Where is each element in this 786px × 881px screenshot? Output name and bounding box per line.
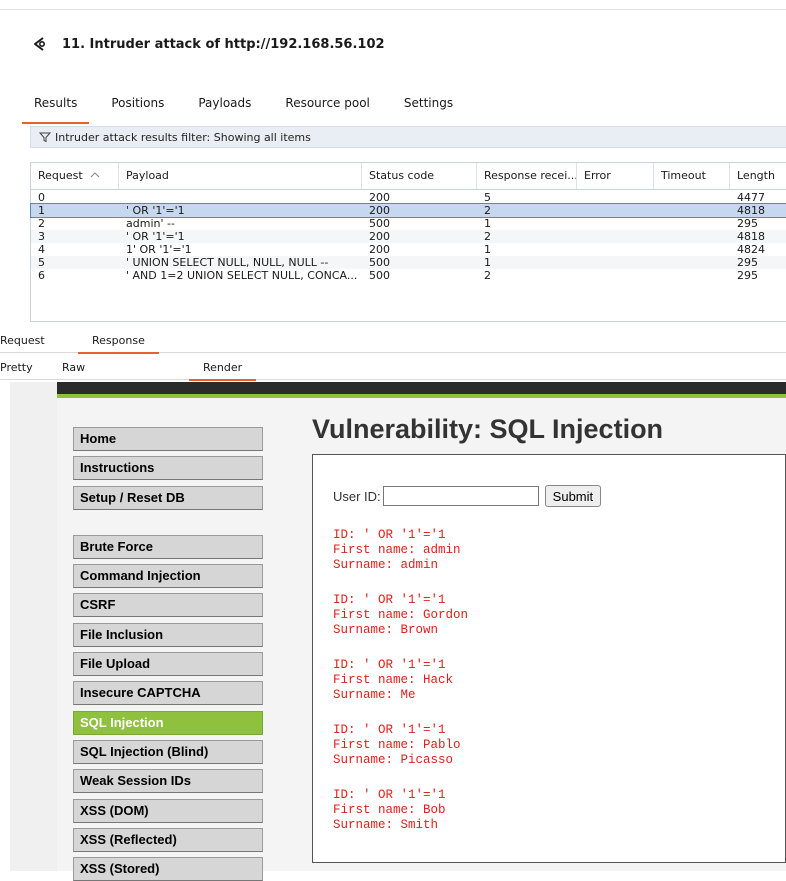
menu-weak-session-ids[interactable]: Weak Session IDs [73,769,263,793]
tab-raw[interactable]: Raw [62,361,85,375]
result-block: ID: ' OR '1'='1 First name: Gordon Surname… [333,593,469,637]
table-row[interactable]: 2 admin' -- 500 1 295 [31,217,786,230]
results-filter-bar[interactable]: Intruder attack results filter: Showing … [30,126,786,148]
result-block: ID: ' OR '1'='1 First name: admin Surname:… [333,528,461,572]
tab-positions[interactable]: Positions [111,94,164,118]
result-block: ID: ' OR '1'='1 First name: Pablo Surname:… [333,723,461,767]
submit-button[interactable]: Submit [544,485,602,507]
col-request[interactable]: Request [31,163,119,189]
request-response-tabs: Request Response [0,330,786,354]
menu-sql-injection-blind[interactable]: SQL Injection (Blind) [73,740,263,764]
page-title: Vulnerability: SQL Injection [312,414,664,444]
userid-label: User ID: [333,488,381,504]
menu-command-injection[interactable]: Command Injection [73,564,263,588]
dvwa-page: Home Instructions Setup / Reset DB Brute… [57,398,786,881]
menu-brute-force[interactable]: Brute Force [73,535,263,559]
menu-csrf[interactable]: CSRF [73,593,263,617]
tab-pretty[interactable]: Pretty [0,361,33,375]
userid-form: User ID: Submit [333,485,602,507]
col-response-received[interactable]: Response recei... [477,163,577,189]
result-block: ID: ' OR '1'='1 First name: Bob Surname: S… [333,788,446,832]
menu-xss-stored[interactable]: XSS (Stored) [73,857,263,881]
tab-payloads[interactable]: Payloads [198,94,251,118]
table-row[interactable]: 6 ' AND 1=2 UNION SELECT NULL, CONCA... … [31,269,786,282]
col-length[interactable]: Length [730,163,786,189]
menu-sql-injection[interactable]: SQL Injection [73,711,263,735]
tab-request[interactable]: Request [0,334,45,348]
results-table: Request Payload Status code Response rec… [30,162,786,322]
result-block: ID: ' OR '1'='1 First name: Hack Surname: … [333,658,454,702]
top-divider [0,9,786,10]
menu-file-inclusion[interactable]: File Inclusion [73,623,263,647]
tab-resource-pool[interactable]: Resource pool [285,94,369,118]
tab-render[interactable]: Render [188,361,257,381]
attack-tabs: Results Positions Payloads Resource pool… [21,94,487,124]
menu-file-upload[interactable]: File Upload [73,652,263,676]
attack-title: 11. Intruder attack of http://192.168.56… [62,36,385,52]
attack-header: 11. Intruder attack of http://192.168.56… [30,34,385,54]
tab-results[interactable]: Results [21,94,90,124]
render-pane: Home Instructions Setup / Reset DB Brute… [10,382,786,881]
vulnerable-form-box: User ID: Submit ID: ' OR '1'='1 First nam… [312,454,786,863]
col-timeout[interactable]: Timeout [654,163,730,189]
menu-setup-reset-db[interactable]: Setup / Reset DB [73,486,263,510]
menu-instructions[interactable]: Instructions [73,456,263,480]
sort-asc-icon [90,172,100,178]
menu-insecure-captcha[interactable]: Insecure CAPTCHA [73,681,263,705]
filter-icon [39,132,51,143]
filter-text: Intruder attack results filter: Showing … [55,130,311,144]
col-payload[interactable]: Payload [119,163,362,189]
menu-xss-dom[interactable]: XSS (DOM) [73,799,263,823]
col-error[interactable]: Error [577,163,654,189]
table-row-selected[interactable]: 1 ' OR '1'='1 200 2 4818 [30,203,786,218]
col-status-code[interactable]: Status code [362,163,477,189]
table-row[interactable]: 5 ' UNION SELECT NULL, NULL, NULL -- 500… [31,256,786,269]
tab-response[interactable]: Response [78,334,159,354]
table-row[interactable]: 3 ' OR '1'='1 200 2 4818 [31,230,786,243]
table-row[interactable]: 4 1' OR '1'='1 200 1 4824 [31,243,786,256]
tab-settings[interactable]: Settings [404,94,453,118]
dvwa-header-bar [57,382,786,394]
userid-input[interactable] [382,486,539,506]
table-row[interactable]: 0 200 5 4477 [31,191,786,204]
intruder-icon [34,37,46,51]
menu-xss-reflected[interactable]: XSS (Reflected) [73,828,263,852]
view-mode-tabs: Pretty Raw Render [0,357,786,381]
menu-home[interactable]: Home [73,427,263,451]
table-header: Request Payload Status code Response rec… [31,163,786,190]
